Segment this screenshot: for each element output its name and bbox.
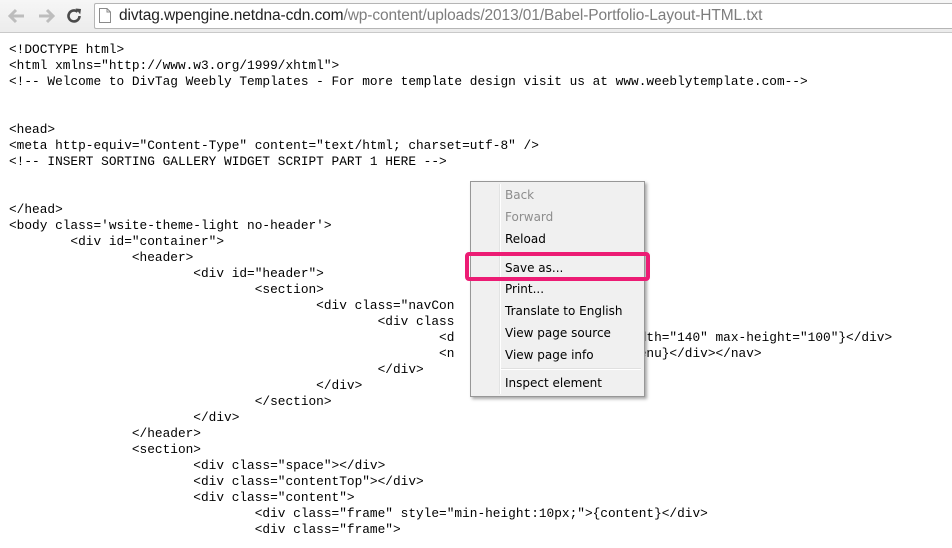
menu-icon-gutter <box>499 184 501 394</box>
menu-item-forward: Forward <box>505 210 554 224</box>
source-line: <div id="header"> <box>9 266 324 281</box>
menu-item-inspect-element[interactable]: Inspect element <box>505 373 602 393</box>
address-bar[interactable]: divtag.wpengine.netdna-cdn.com/wp-conten… <box>94 3 952 29</box>
source-line: <div id="container"> <box>9 234 225 249</box>
menu-separator <box>501 253 641 255</box>
back-button[interactable] <box>7 6 27 26</box>
source-line: <div class="frame" style="min-height:10p… <box>9 506 708 521</box>
context-menu: Back Forward Reload Save as... Print... Trans… <box>470 181 645 397</box>
menu-item-print[interactable]: Print... <box>505 279 544 299</box>
source-line: <body class='wsite-theme-light no-header… <box>9 218 332 233</box>
menu-item-reload[interactable]: Reload <box>505 229 546 249</box>
source-line: <n ">{menu}</div></nav> <box>9 346 762 361</box>
source-line: <div class="navCon <box>9 298 455 313</box>
page-icon <box>99 8 111 23</box>
url-host: divtag.wpengine.netdna-cdn.com <box>119 7 344 24</box>
source-line: <section> <box>9 442 201 457</box>
menu-item-translate-to-english[interactable]: Translate to English <box>505 301 623 321</box>
forward-arrow-icon <box>39 8 55 24</box>
source-line: <html xmlns="http://www.w3.org/1999/xhtm… <box>9 58 340 73</box>
source-line: </div> <box>9 410 240 425</box>
source-line: </section> <box>9 394 332 409</box>
browser-toolbar: divtag.wpengine.netdna-cdn.com/wp-conten… <box>0 0 952 33</box>
source-line: <d x-width="140" max-height="100"}</div> <box>9 330 893 345</box>
source-line: <!-- INSERT SORTING GALLERY WIDGET SCRIP… <box>9 154 447 169</box>
menu-item-save-as[interactable]: Save as... <box>505 258 563 278</box>
source-line: <div class="contentTop"></div> <box>9 474 424 489</box>
reload-icon <box>67 8 81 23</box>
source-line: <section> <box>9 282 324 297</box>
menu-separator <box>501 368 641 370</box>
menu-item-back: Back <box>505 188 535 202</box>
source-line: <!DOCTYPE html> <box>9 42 125 57</box>
source-line: <header> <box>9 250 194 265</box>
source-line: <meta http-equiv="Content-Type" content=… <box>9 138 539 153</box>
source-line: <!-- Welcome to DivTag Weebly Templates … <box>9 74 808 89</box>
source-line: </div> <box>9 362 424 377</box>
source-line: </head> <box>9 202 63 217</box>
back-arrow-icon <box>8 8 24 24</box>
url-text: divtag.wpengine.netdna-cdn.com/wp-conten… <box>119 7 762 25</box>
source-line: <div class="space"></div> <box>9 458 386 473</box>
plain-text-source: <!DOCTYPE html> <html xmlns="http://www.… <box>9 42 892 538</box>
reload-button[interactable] <box>64 6 84 26</box>
source-line: <head> <box>9 122 56 137</box>
source-line: <div class="content"> <box>9 490 355 505</box>
menu-item-view-page-source[interactable]: View page source <box>505 323 611 343</box>
source-line: <div class <box>9 314 455 329</box>
source-line: </div> <box>9 378 363 393</box>
menu-item-view-page-info[interactable]: View page info <box>505 345 594 365</box>
forward-button[interactable] <box>36 6 56 26</box>
source-line: <div class="frame"> <box>9 522 401 537</box>
url-path: /wp-content/uploads/2013/01/Babel-Portfo… <box>343 7 763 24</box>
source-line: </header> <box>9 426 201 441</box>
